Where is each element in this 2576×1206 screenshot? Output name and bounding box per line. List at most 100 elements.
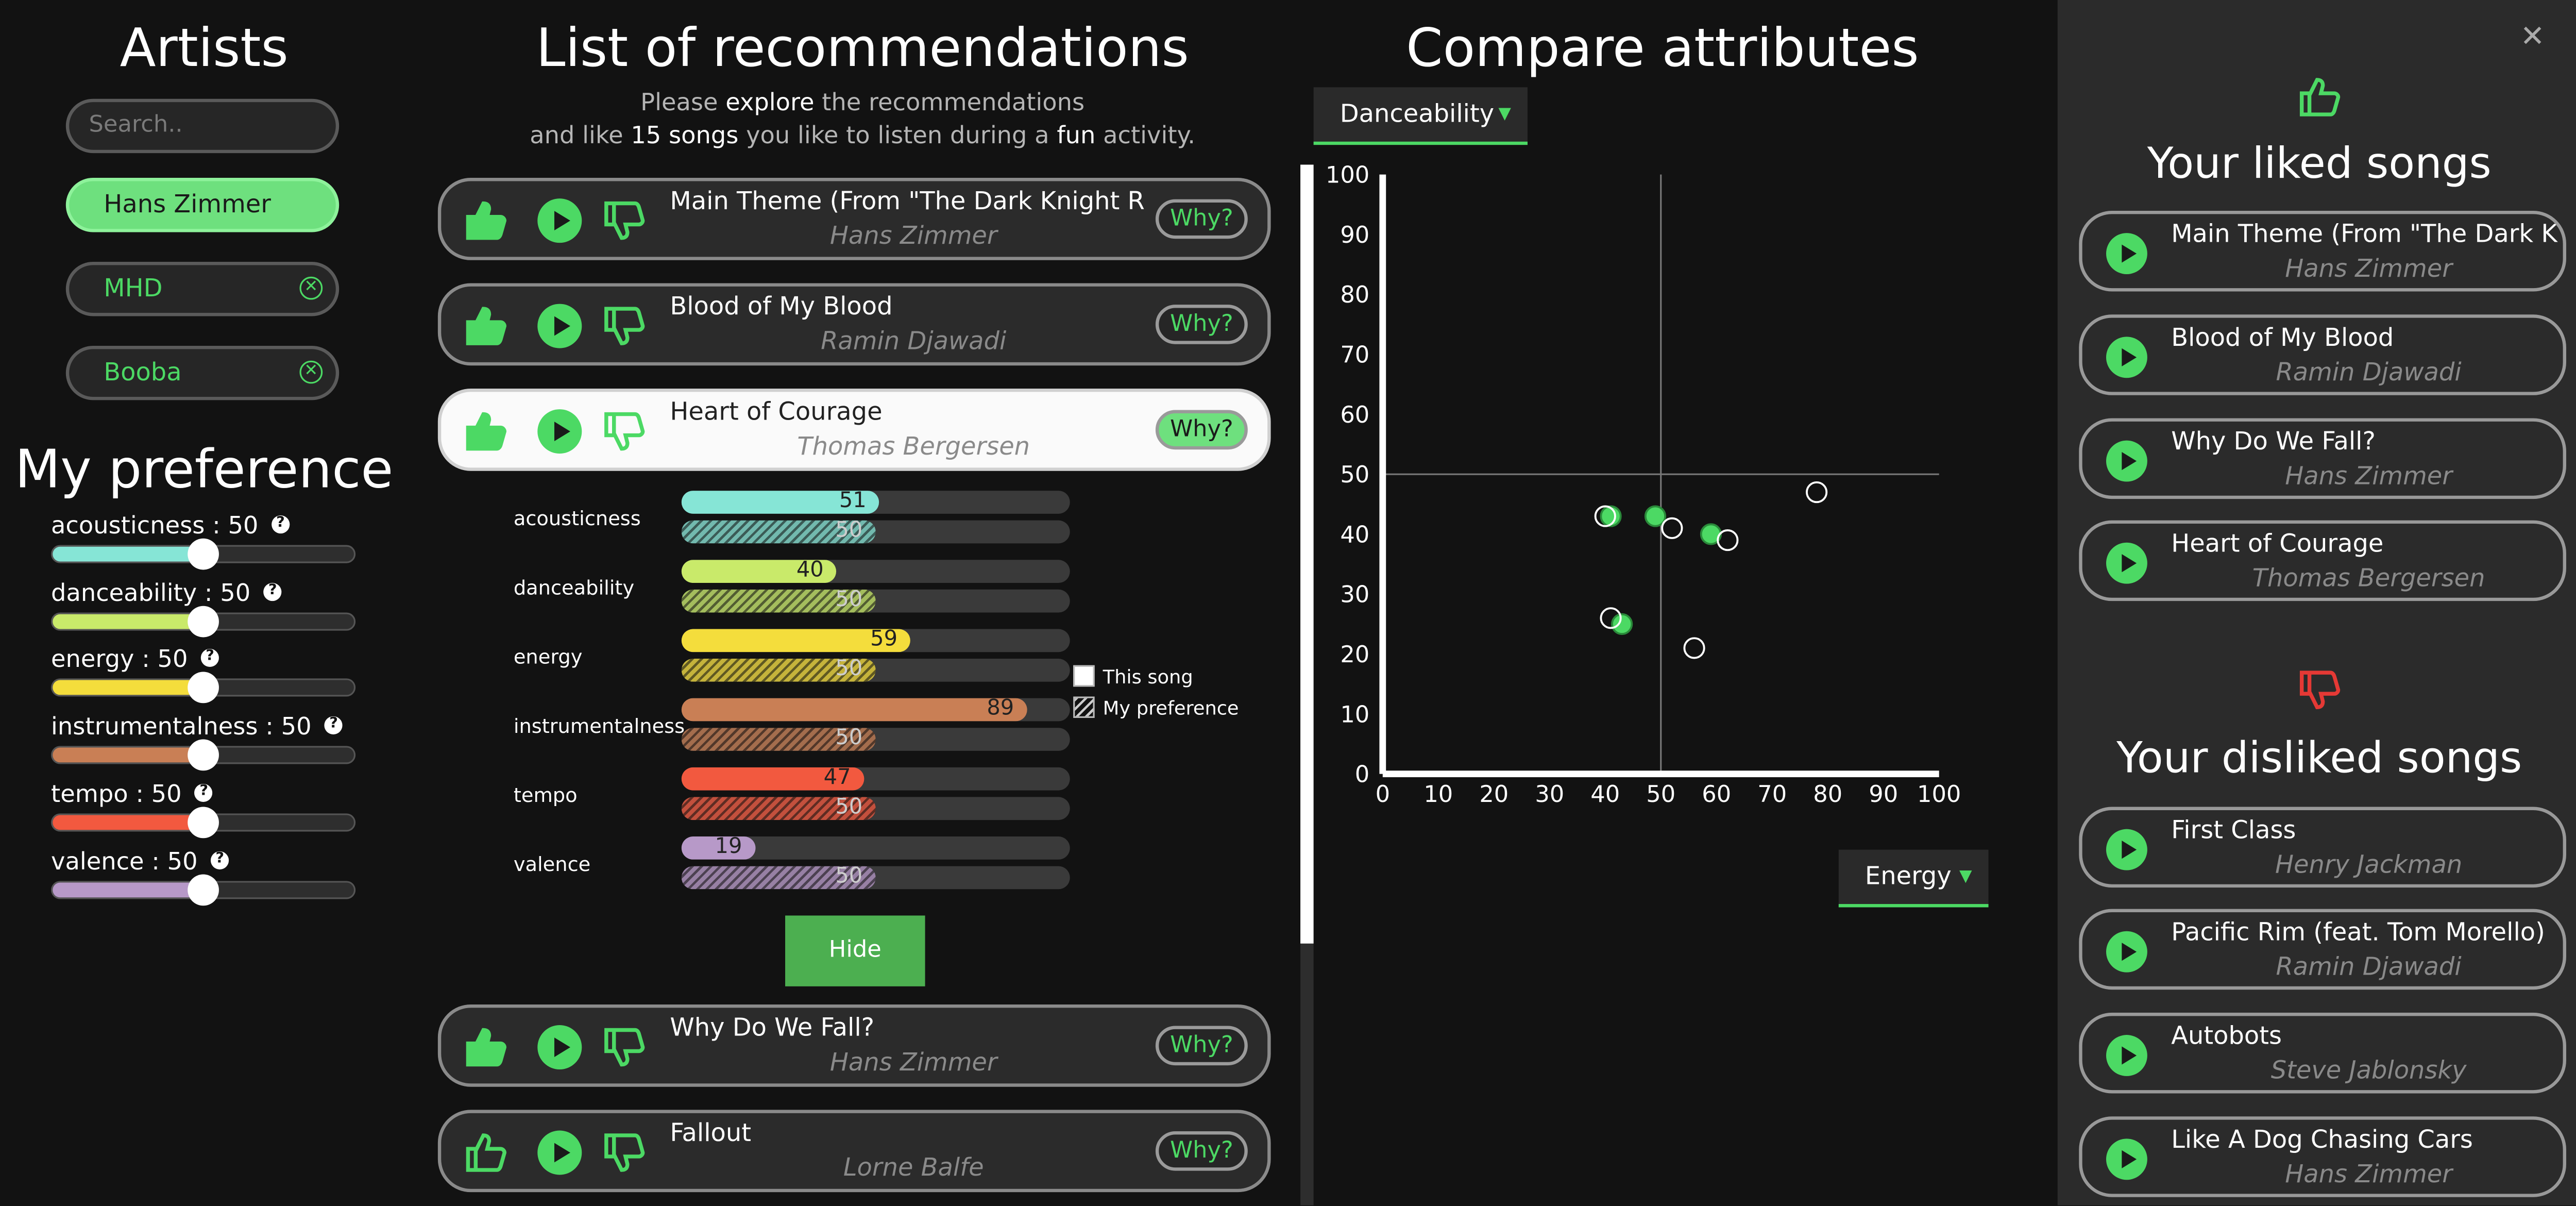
artist-search-input[interactable]: Search.. [65,98,340,154]
preference-slider[interactable] [51,538,356,570]
song-artist: Ramin Djawadi [2276,357,2462,387]
artist-chip-label: Booba [104,357,182,387]
thumbs-up-icon[interactable] [464,303,510,349]
song-value: 40 [681,560,837,583]
liked-song-card[interactable]: Why Do We Fall? Hans Zimmer [2079,418,2567,499]
help-icon[interactable]: ? [263,583,282,601]
remove-circle-icon[interactable]: ✕ [299,360,323,384]
play-icon[interactable] [2105,1138,2148,1181]
thumbs-up-icon[interactable] [464,1130,510,1176]
remove-circle-icon[interactable]: ✕ [299,276,323,300]
recommendation-card[interactable]: Main Theme (From "The Dark Knight R Hans … [437,178,1271,260]
play-icon[interactable] [537,1024,583,1070]
disliked-song-card[interactable]: Like A Dog Chasing Cars Hans Zimmer [2079,1116,2567,1197]
preference-value: 50 [681,866,876,890]
thumbs-down-icon[interactable] [602,303,648,349]
preference-slider[interactable] [51,739,356,771]
thumbs-down-icon[interactable] [602,408,648,454]
song-point [1806,481,1828,504]
liked-song-card[interactable]: Main Theme (From "The Dark K Hans Zimmer [2079,210,2567,292]
why-button[interactable]: Why? [1155,305,1248,344]
liked-song-card[interactable]: Heart of Courage Thomas Bergersen [2079,520,2567,601]
slider-thumb[interactable] [187,807,218,839]
song-value-bar: 59 [681,629,1070,652]
slider-thumb[interactable] [187,874,218,906]
why-button[interactable]: Why? [1155,199,1248,239]
close-icon[interactable]: ✕ [2520,20,2545,54]
play-icon[interactable] [2105,336,2148,379]
song-title: Heart of Courage [670,396,883,427]
y-axis-dropdown[interactable]: Danceability ▼ [1313,87,1528,145]
play-icon[interactable] [2105,232,2148,275]
slider-thumb[interactable] [187,739,218,771]
thumbs-up-icon[interactable] [464,408,510,454]
legend-this-song: This song [1103,665,1193,689]
help-icon[interactable]: ? [211,851,229,869]
recommendation-card[interactable]: Why Do We Fall? Hans Zimmer Why? [437,1004,1271,1087]
scatter-plot: 0 10 20 30 40 50 60 70 80 90 100 0 10 20 30 40 50 60 70 80 9… [1326,161,1961,808]
y-tick-label: 100 [1326,161,1369,189]
x-tick-label: 10 [1423,780,1453,808]
recommendation-card[interactable]: Blood of My Blood Ramin Djawadi Why? [437,283,1271,366]
why-button[interactable]: Why? [1155,1026,1248,1066]
artist-chip-booba[interactable]: Booba ✕ [65,345,340,400]
recommendation-card[interactable]: Fallout Lorne Balfe Why? [437,1110,1271,1193]
thumbs-down-icon[interactable] [602,1024,648,1070]
disliked-song-card[interactable]: Pacific Rim (feat. Tom Morello) Ramin Dja… [2079,909,2567,990]
play-icon[interactable] [537,1130,583,1176]
slider-fill [53,815,204,830]
scrollbar-thumb[interactable] [1300,164,1314,944]
liked-song-card[interactable]: Blood of My Blood Ramin Djawadi [2079,314,2567,395]
play-icon[interactable] [2105,440,2148,482]
play-icon[interactable] [2105,1034,2148,1077]
preference-slider[interactable] [51,874,356,906]
disliked-song-card[interactable]: Autobots Steve Jablonsky [2079,1012,2567,1094]
play-icon[interactable] [537,303,583,349]
y-tick-label: 20 [1340,641,1369,668]
slider-thumb[interactable] [187,672,218,703]
help-icon[interactable]: ? [325,716,343,734]
recommendation-card[interactable]: Heart of Courage Thomas Bergersen Why? [437,389,1271,471]
preference-value: 50 [681,589,876,613]
thumbs-up-icon [2299,78,2341,116]
x-tick-label: 100 [1917,780,1961,808]
thumbs-up-icon[interactable] [464,197,510,243]
artist-chip-mhd[interactable]: MHD ✕ [65,262,340,316]
preference-value-bar: 50 [681,520,1070,544]
x-axis-dropdown[interactable]: Energy ▼ [1838,849,1989,908]
thumbs-down-icon[interactable] [602,1130,648,1176]
help-icon[interactable]: ? [201,648,219,667]
play-icon[interactable] [2105,930,2148,973]
y-tick-label: 70 [1340,341,1369,368]
slider-thumb[interactable] [187,538,218,570]
hide-details-button[interactable]: Hide [785,915,925,986]
help-icon[interactable]: ? [271,515,290,534]
preference-slider[interactable] [51,672,356,703]
why-button[interactable]: Why? [1155,1131,1248,1171]
song-value-bar: 40 [681,560,1070,583]
thumbs-down-icon[interactable] [602,197,648,243]
play-icon[interactable] [2105,542,2148,584]
x-tick-label: 70 [1757,780,1787,808]
play-icon[interactable] [537,408,583,454]
help-icon[interactable]: ? [195,783,213,802]
play-icon[interactable] [2105,828,2148,871]
song-title: Blood of My Blood [2171,323,2394,353]
x-tick-label: 40 [1590,780,1620,808]
disliked-song-card[interactable]: First Class Henry Jackman [2079,807,2567,888]
thumbs-down-icon [2299,671,2341,709]
why-button[interactable]: Why? [1155,410,1248,450]
play-icon[interactable] [537,197,583,243]
artist-chip-hans-zimmer[interactable]: Hans Zimmer [65,178,340,232]
y-tick-label: 40 [1340,521,1369,548]
song-point [1661,517,1683,539]
slider-thumb[interactable] [187,606,218,638]
song-artist: Ramin Djawadi [2276,951,2462,982]
y-axis-dropdown-label: Danceability [1340,98,1495,129]
song-value: 59 [681,629,911,652]
preference-slider[interactable] [51,606,356,638]
thumbs-up-icon[interactable] [464,1024,510,1070]
preference-slider[interactable] [51,807,356,839]
y-tick-label: 30 [1340,581,1369,608]
preference-title: My preference [15,438,394,501]
